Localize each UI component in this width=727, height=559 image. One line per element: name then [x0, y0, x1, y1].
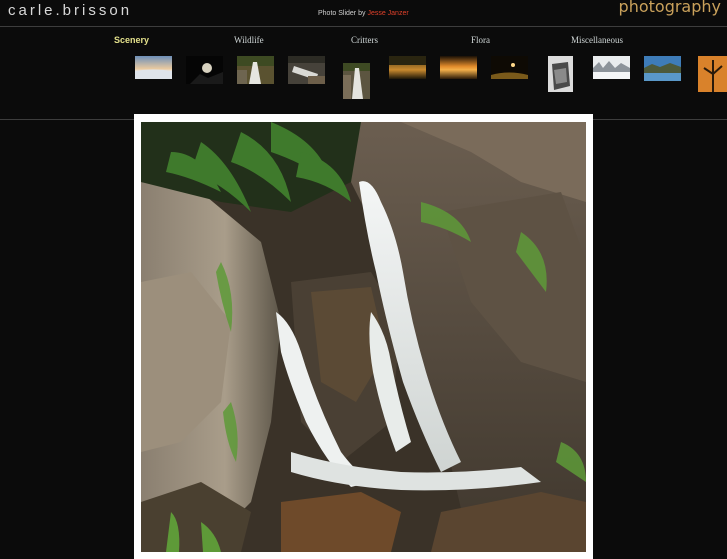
thumbnail[interactable] — [548, 56, 573, 92]
tab-scenery[interactable]: Scenery — [114, 35, 149, 45]
thumbnail[interactable] — [135, 56, 172, 79]
tab-critters[interactable]: Critters — [351, 35, 378, 45]
site-name: carle.brisson — [8, 2, 133, 19]
site-header: carle.brisson Photo Slider by Jesse Janz… — [0, 0, 727, 26]
thumbnail[interactable] — [288, 56, 325, 84]
featured-photo[interactable] — [141, 122, 586, 552]
tab-flora[interactable]: Flora — [471, 35, 490, 45]
tab-wildlife[interactable]: Wildlife — [234, 35, 264, 45]
site-tagline: photography — [618, 0, 721, 16]
header-divider — [0, 26, 727, 27]
thumbnail[interactable] — [440, 56, 477, 79]
slider-credit: Photo Slider by Jesse Janzer — [318, 10, 409, 17]
thumbnail[interactable] — [491, 56, 528, 79]
thumbnail[interactable] — [237, 56, 274, 84]
thumbnail[interactable] — [644, 56, 681, 81]
tab-miscellaneous[interactable]: Miscellaneous — [571, 35, 623, 45]
credit-prefix: Photo Slider by — [318, 10, 366, 17]
thumbnail[interactable] — [593, 56, 630, 79]
thumbnail[interactable] — [186, 56, 223, 84]
credit-author-link[interactable]: Jesse Janzer — [367, 10, 408, 17]
thumbnail[interactable] — [343, 63, 370, 99]
thumbnail[interactable] — [389, 56, 426, 79]
thumbnail[interactable] — [698, 56, 727, 92]
